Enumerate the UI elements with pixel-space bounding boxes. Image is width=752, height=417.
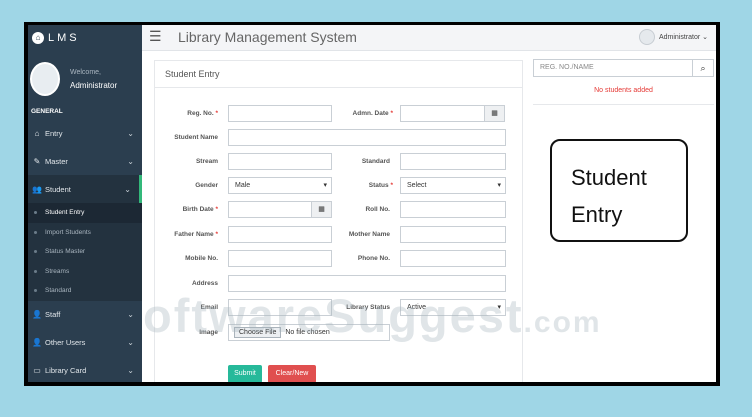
home-icon: ⌂ xyxy=(32,31,44,44)
submenu-item-import-students[interactable]: Import Students xyxy=(28,223,142,243)
roll-no-input[interactable] xyxy=(400,201,506,218)
user-menu[interactable]: Administrator ⌄ xyxy=(638,29,708,45)
father-name-input[interactable] xyxy=(228,226,332,243)
avatar xyxy=(638,29,655,45)
sidebar-item-master[interactable]: ✎ Master ⌄ xyxy=(28,147,142,175)
roll-no-label: Roll No. xyxy=(365,206,390,213)
bullet-icon xyxy=(34,269,37,273)
father-name-label: Father Name * xyxy=(174,231,218,238)
sidebar-item-label: Other Users xyxy=(45,338,86,347)
admn-date-input[interactable] xyxy=(400,105,485,122)
annotation-callout: Student Entry xyxy=(550,139,688,242)
submenu-item-standard[interactable]: Standard xyxy=(28,281,142,301)
panel-title: Student Entry xyxy=(155,61,522,88)
brand[interactable]: ⌂ LMS xyxy=(28,25,142,50)
brand-name: LMS xyxy=(48,31,80,44)
sidebar-item-label: Library Card xyxy=(45,366,87,375)
users-icon: 👥 xyxy=(32,184,42,194)
card-icon: ▭ xyxy=(33,366,41,375)
top-navbar: ☰ Library Management System Administrato… xyxy=(142,25,716,51)
stream-label: Stream xyxy=(195,158,218,165)
chevron-down-icon: ⌄ xyxy=(127,366,134,375)
sidebar-item-entry[interactable]: ⌂ Entry ⌄ xyxy=(28,119,142,147)
submenu-label: Import Students xyxy=(45,228,91,236)
user-icon: 👤 xyxy=(32,310,42,319)
phone-no-input[interactable] xyxy=(400,250,506,267)
gender-label: Gender xyxy=(195,182,218,189)
divider xyxy=(533,104,714,105)
submenu-label: Standard xyxy=(45,287,72,295)
bullet-icon xyxy=(34,211,37,215)
clear-new-button[interactable]: Clear/New xyxy=(268,365,316,382)
standard-label: Standard xyxy=(361,158,390,165)
sidebar-item-staff[interactable]: 👤 Staff ⌄ xyxy=(28,301,142,329)
menu-toggle-icon[interactable]: ☰ xyxy=(149,28,162,45)
gender-select[interactable]: Male xyxy=(228,177,332,194)
submenu-item-student-entry[interactable]: Student Entry xyxy=(28,203,142,223)
user-name: Administrator xyxy=(70,81,118,90)
welcome-text: Welcome, xyxy=(70,69,101,76)
mother-name-input[interactable] xyxy=(400,226,506,243)
student-name-input[interactable] xyxy=(228,129,506,146)
chevron-down-icon: ⌄ xyxy=(127,128,134,138)
sidebar: ⌂ LMS Welcome, Administrator GENERAL ⌂ E… xyxy=(28,25,142,382)
search-placeholder: REG. NO./NAME xyxy=(540,64,594,71)
search-icon[interactable]: ⌕ xyxy=(692,60,713,76)
mobile-no-label: Mobile No. xyxy=(185,255,218,262)
submenu-item-streams[interactable]: Streams xyxy=(28,262,142,282)
callout-line-2: Entry xyxy=(571,202,623,227)
callout-line-1: Student xyxy=(571,165,647,190)
chevron-down-icon: ⌄ xyxy=(127,338,134,347)
sidebar-item-other-users[interactable]: 👤 Other Users ⌄ xyxy=(28,329,142,357)
calendar-icon[interactable]: ▦ xyxy=(311,201,332,218)
user-menu-label: Administrator xyxy=(658,33,701,41)
chevron-down-icon: ⌄ xyxy=(127,310,134,319)
edit-icon: ✎ xyxy=(33,156,41,166)
reg-no-input[interactable] xyxy=(228,105,332,122)
sidebar-item-student[interactable]: 👥 Student ⌄ xyxy=(28,175,142,203)
user-icon: 👤 xyxy=(32,338,42,347)
avatar xyxy=(30,62,60,96)
sidebar-item-label: Entry xyxy=(45,128,63,138)
sidebar-item-label: Staff xyxy=(45,310,61,319)
submenu-label: Student Entry xyxy=(45,209,85,217)
calendar-icon[interactable]: ▦ xyxy=(484,105,505,122)
status-select[interactable]: Select xyxy=(400,177,506,194)
student-search-input[interactable]: REG. NO./NAME ⌕ xyxy=(533,59,714,77)
reg-no-label: Reg. No. * xyxy=(187,110,218,117)
student-name-label: Student Name xyxy=(174,134,218,141)
student-submenu: Student Entry Import Students Status Mas… xyxy=(28,203,142,301)
chevron-down-icon: ⌄ xyxy=(124,184,131,194)
bullet-icon xyxy=(34,230,37,234)
mobile-no-input[interactable] xyxy=(228,250,332,267)
submenu-label: Streams xyxy=(45,267,70,275)
submit-button[interactable]: Submit xyxy=(228,365,262,382)
chevron-down-icon: ⌄ xyxy=(700,34,708,41)
standard-input[interactable] xyxy=(400,153,506,170)
phone-no-label: Phone No. xyxy=(357,255,390,262)
user-panel: Welcome, Administrator xyxy=(28,50,142,105)
submenu-label: Status Master xyxy=(45,248,86,256)
submenu-item-status-master[interactable]: Status Master xyxy=(28,242,142,262)
empty-state-message: No students added xyxy=(594,87,653,94)
status-label: Status * xyxy=(368,182,393,189)
address-label: Address xyxy=(191,280,218,287)
sidebar-item-label: Student xyxy=(45,184,71,194)
bullet-icon xyxy=(34,250,37,254)
birth-date-label: Birth Date * xyxy=(182,206,218,213)
sidebar-item-label: Master xyxy=(45,156,68,166)
watermark: oftwareSuggest.com xyxy=(143,289,602,342)
stream-input[interactable] xyxy=(228,153,332,170)
app-title: Library Management System xyxy=(178,29,357,45)
chevron-down-icon: ⌄ xyxy=(127,156,134,166)
sidebar-section-title: GENERAL xyxy=(31,108,63,115)
home-icon: ⌂ xyxy=(34,128,40,138)
birth-date-input[interactable] xyxy=(228,201,312,218)
admn-date-label: Admn. Date * xyxy=(352,110,393,117)
mother-name-label: Mother Name xyxy=(348,231,390,238)
bullet-icon xyxy=(34,289,37,293)
sidebar-item-library-card[interactable]: ▭ Library Card ⌄ xyxy=(28,357,142,383)
